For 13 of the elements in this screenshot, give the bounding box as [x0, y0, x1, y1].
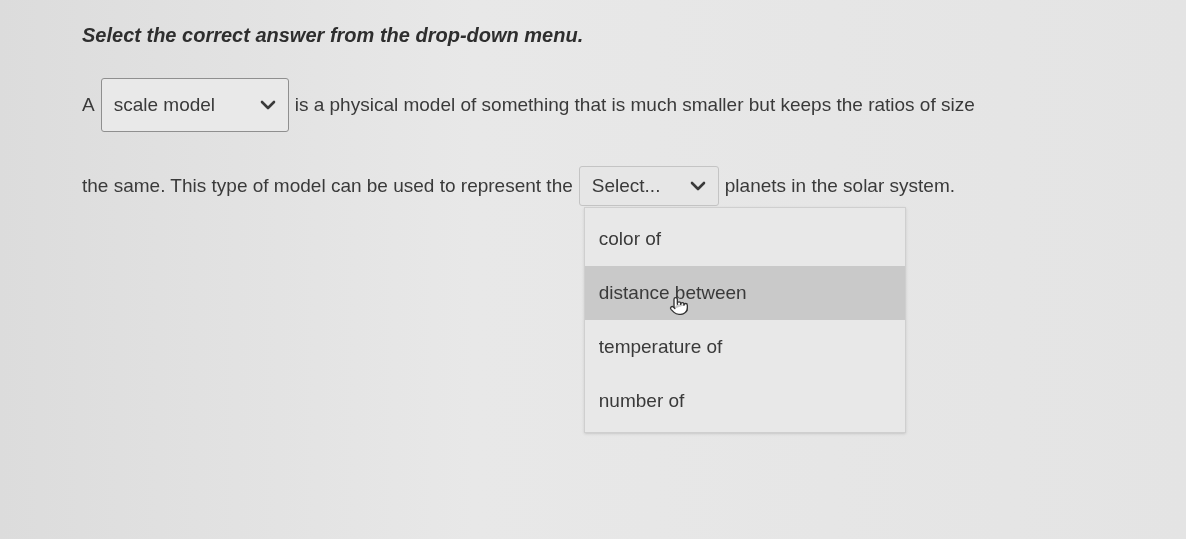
question-text: planets in the solar system.	[724, 173, 955, 198]
question-text: the same. This type of model can be used to represent the	[82, 173, 573, 198]
instruction: Select the correct answer from the drop-down menu.	[82, 23, 585, 48]
chevron-down-icon	[259, 99, 276, 111]
chevron-down-icon	[689, 180, 706, 192]
question-text: is a physical model of something that is much smaller but keeps the ratios of size	[294, 92, 975, 117]
dropdown-option[interactable]: number of	[584, 374, 905, 428]
dropdown-option[interactable]: distance between	[584, 266, 905, 320]
dropdown-option[interactable]: temperature of	[584, 320, 905, 374]
dropdown[interactable]: Select...	[578, 166, 719, 206]
question-text: A	[82, 92, 95, 117]
dropdown-option[interactable]: color of	[584, 212, 905, 266]
dropdown[interactable]: scale model	[100, 78, 289, 132]
